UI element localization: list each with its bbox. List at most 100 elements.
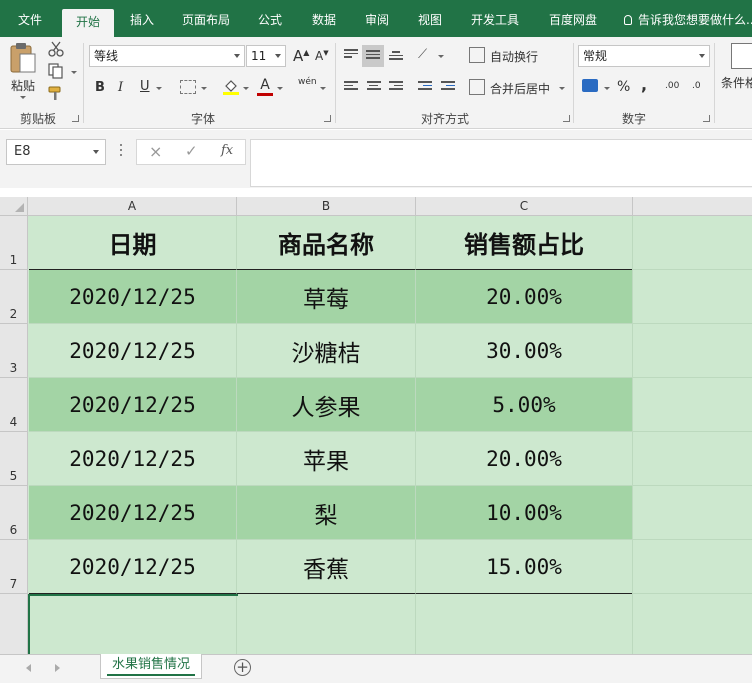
font-color-button[interactable]: A <box>257 77 273 97</box>
clipboard-launcher-icon[interactable] <box>72 115 79 122</box>
bold-button[interactable]: B <box>95 80 105 95</box>
table-cell[interactable]: 苹果 <box>237 432 416 486</box>
tab-baidu-netdisk[interactable]: 百度网盘 <box>542 0 604 37</box>
insert-function-icon[interactable]: fx <box>221 143 233 158</box>
header-cell-share[interactable]: 销售额占比 <box>416 216 633 270</box>
alignment-launcher-icon[interactable] <box>563 115 570 122</box>
tab-home[interactable]: 开始 <box>62 9 114 37</box>
table-cell[interactable]: 2020/12/25 <box>29 486 237 540</box>
cancel-icon[interactable]: × <box>149 142 162 161</box>
header-cell-product[interactable]: 商品名称 <box>237 216 416 270</box>
decrease-decimal-button[interactable]: .0 <box>692 81 701 91</box>
merge-center-button[interactable]: 合并后居中 <box>490 80 550 97</box>
fill-color-dropdown-icon[interactable] <box>243 87 249 90</box>
tab-view[interactable]: 视图 <box>410 0 450 37</box>
tab-formulas[interactable]: 公式 <box>250 0 290 37</box>
confirm-icon[interactable]: ✓ <box>185 142 198 160</box>
drag-handle-icon[interactable] <box>120 144 123 160</box>
column-header-a[interactable]: A <box>28 197 237 216</box>
accounting-format-icon[interactable] <box>582 79 598 92</box>
tab-file[interactable]: 文件 <box>10 0 50 37</box>
align-center-icon[interactable] <box>367 81 381 93</box>
underline-dropdown-icon[interactable] <box>156 87 162 90</box>
table-cell[interactable]: 20.00% <box>416 432 633 486</box>
percent-style-button[interactable]: % <box>617 79 630 95</box>
border-button[interactable] <box>180 80 196 94</box>
font-size-combo[interactable]: 11 <box>246 45 286 67</box>
row-header-2[interactable]: 2 <box>0 270 28 324</box>
font-color-dropdown-icon[interactable] <box>277 87 283 90</box>
table-cell[interactable]: 15.00% <box>416 540 633 594</box>
align-bottom-icon[interactable] <box>389 51 403 63</box>
row-header-5[interactable]: 5 <box>0 432 28 486</box>
table-cell[interactable]: 5.00% <box>416 378 633 432</box>
table-cell[interactable]: 人参果 <box>237 378 416 432</box>
increase-indent-icon[interactable] <box>441 81 455 93</box>
formula-input[interactable] <box>250 139 752 187</box>
name-box[interactable]: E8 <box>6 139 106 165</box>
tell-me-search[interactable]: 告诉我您想要做什么... <box>624 0 752 37</box>
accounting-dropdown-icon[interactable] <box>604 87 610 90</box>
merge-dropdown-icon[interactable] <box>559 87 565 90</box>
align-left-icon[interactable] <box>344 81 358 93</box>
column-header-b[interactable]: B <box>237 197 416 216</box>
orientation-dropdown-icon[interactable] <box>438 55 444 58</box>
row-header-8[interactable] <box>0 594 28 654</box>
table-cell[interactable]: 2020/12/25 <box>29 270 237 324</box>
border-dropdown-icon[interactable] <box>201 87 207 90</box>
format-painter-button[interactable] <box>47 85 67 103</box>
table-cell[interactable]: 沙糖桔 <box>237 324 416 378</box>
table-cell[interactable]: 香蕉 <box>237 540 416 594</box>
table-cell[interactable]: 2020/12/25 <box>29 432 237 486</box>
table-cell[interactable]: 30.00% <box>416 324 633 378</box>
table-cell[interactable]: 草莓 <box>237 270 416 324</box>
increase-decimal-button[interactable]: .00 <box>665 81 679 91</box>
column-header-c[interactable]: C <box>416 197 633 216</box>
font-launcher-icon[interactable] <box>324 115 331 122</box>
paste-button[interactable]: 粘贴 <box>8 41 42 101</box>
table-cell[interactable]: 2020/12/25 <box>29 324 237 378</box>
comma-style-button[interactable]: , <box>641 75 647 94</box>
copy-button[interactable] <box>47 63 77 81</box>
row-header-4[interactable]: 4 <box>0 378 28 432</box>
scroll-left-icon[interactable] <box>26 664 31 672</box>
align-right-icon[interactable] <box>389 81 403 93</box>
italic-button[interactable]: I <box>118 80 123 95</box>
tab-developer[interactable]: 开发工具 <box>464 0 526 37</box>
active-cell-selection[interactable] <box>28 594 238 654</box>
wrap-text-button[interactable]: 自动换行 <box>490 48 538 65</box>
shrink-font-button[interactable]: A▼ <box>315 49 329 63</box>
scroll-right-icon[interactable] <box>55 664 60 672</box>
row-header-6[interactable]: 6 <box>0 486 28 540</box>
table-cell[interactable]: 2020/12/25 <box>29 378 237 432</box>
fill-color-button[interactable] <box>222 78 240 96</box>
add-sheet-button[interactable]: + <box>234 659 251 676</box>
phonetic-dropdown-icon[interactable] <box>320 87 326 90</box>
underline-button[interactable]: U <box>140 79 150 94</box>
tab-page-layout[interactable]: 页面布局 <box>176 0 236 37</box>
row-header-1[interactable]: 1 <box>0 216 28 270</box>
table-cell[interactable]: 2020/12/25 <box>29 540 237 594</box>
row-header-7[interactable]: 7 <box>0 540 28 594</box>
phonetic-button[interactable]: wén <box>298 77 317 87</box>
align-middle-button[interactable] <box>362 45 384 67</box>
font-name-combo[interactable]: 等线 <box>89 45 245 67</box>
row-header-3[interactable]: 3 <box>0 324 28 378</box>
decrease-indent-icon[interactable] <box>418 81 432 93</box>
table-cell[interactable]: 梨 <box>237 486 416 540</box>
orientation-button[interactable]: ⟋ <box>418 47 427 62</box>
align-top-icon[interactable] <box>344 49 358 61</box>
column-header-d[interactable] <box>633 197 752 216</box>
table-cell[interactable]: 10.00% <box>416 486 633 540</box>
tab-data[interactable]: 数据 <box>304 0 344 37</box>
header-cell-date[interactable]: 日期 <box>29 216 237 270</box>
sheet-tab-fruit-sales[interactable]: 水果销售情况 <box>100 654 202 679</box>
cut-button[interactable] <box>47 41 67 59</box>
number-format-combo[interactable]: 常规 <box>578 45 710 67</box>
tab-review[interactable]: 审阅 <box>357 0 397 37</box>
grow-font-button[interactable]: A▲ <box>293 47 309 65</box>
tab-insert[interactable]: 插入 <box>122 0 162 37</box>
table-cell[interactable]: 20.00% <box>416 270 633 324</box>
select-all-button[interactable] <box>0 197 28 216</box>
number-launcher-icon[interactable] <box>703 115 710 122</box>
